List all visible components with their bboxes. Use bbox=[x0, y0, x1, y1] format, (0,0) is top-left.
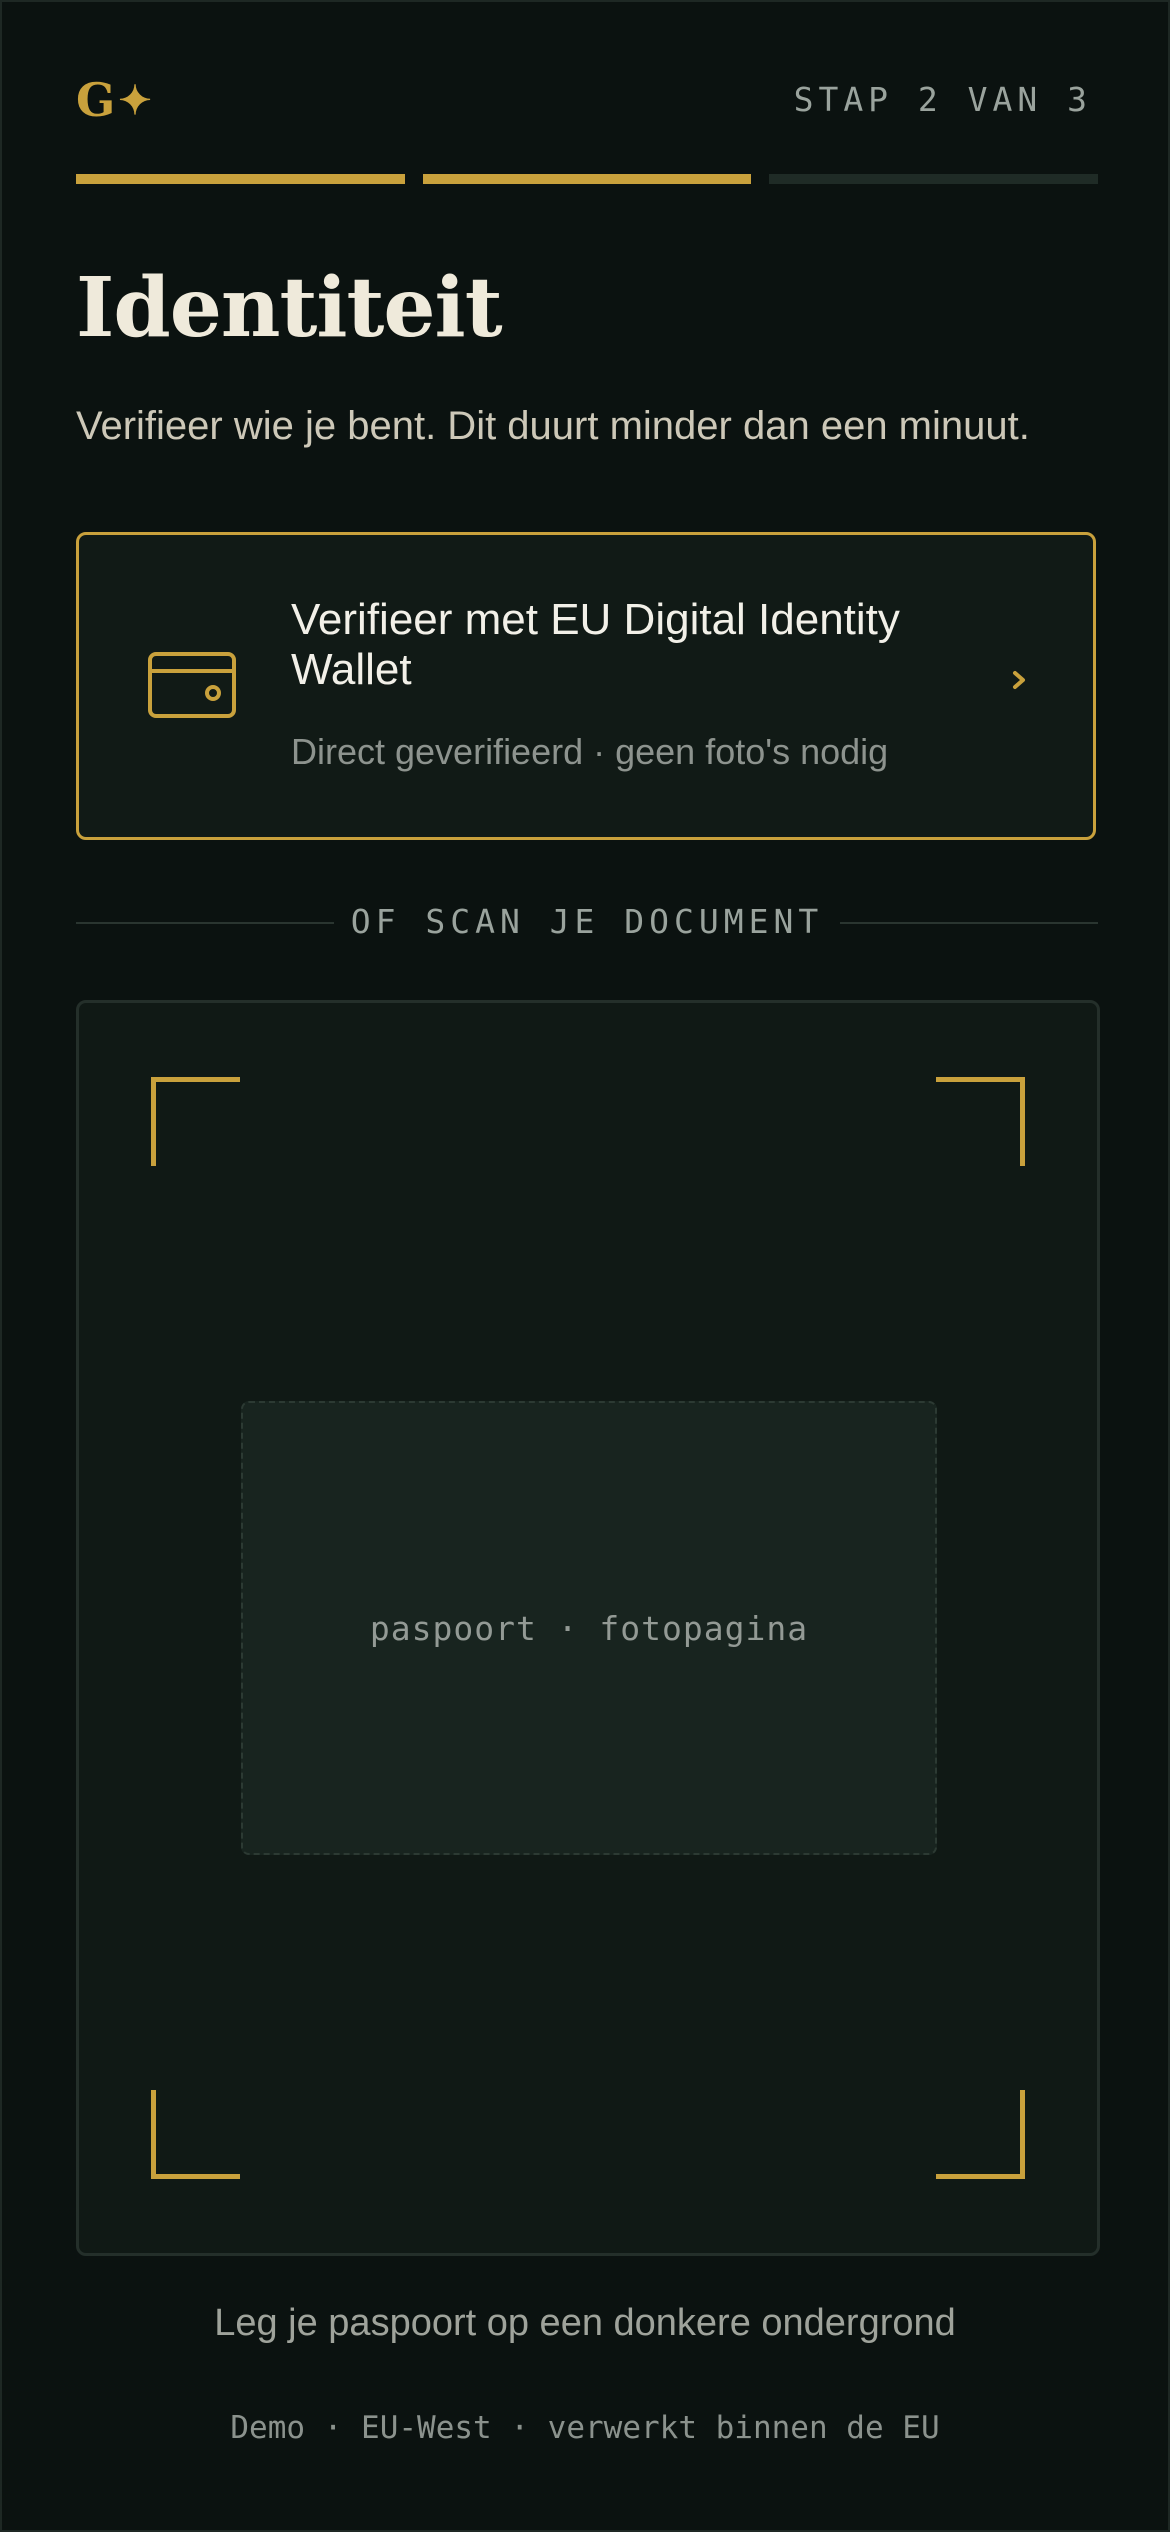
scan-hint: Leg je paspoort op een donkere ondergron… bbox=[214, 2302, 956, 2344]
page-title: Identiteit bbox=[76, 260, 503, 356]
scan-corner-top-right bbox=[936, 1077, 1025, 1166]
brand-logo: G ✦ bbox=[76, 72, 153, 128]
step-indicator: STAP 2 VAN 3 bbox=[793, 80, 1092, 119]
document-placeholder: paspoort · fotopagina bbox=[241, 1401, 937, 1855]
wallet-option-title: Verifieer met EU Digital Identity Wallet bbox=[291, 595, 900, 694]
eu-wallet-verify-button[interactable]: Verifieer met EU Digital Identity Wallet… bbox=[76, 532, 1096, 840]
footer-note: Demo · EU-West · verwerkt binnen de EU bbox=[230, 2410, 940, 2446]
app-screen: G ✦ STAP 2 VAN 3 Identiteit Verifieer wie… bbox=[0, 0, 1170, 2532]
sparkle-icon: ✦ bbox=[118, 76, 153, 124]
scan-corner-bottom-right bbox=[936, 2090, 1025, 2179]
divider-line bbox=[840, 922, 1098, 924]
document-scanner-viewfinder[interactable]: paspoort · fotopagina bbox=[76, 1000, 1100, 2256]
progress-bar bbox=[76, 174, 1099, 184]
wallet-option-subtitle: Direct geverifieerd · geen foto's nodig bbox=[291, 731, 889, 772]
or-divider: OF SCAN JE DOCUMENT bbox=[76, 902, 1098, 942]
progress-segment bbox=[76, 174, 405, 184]
scan-corner-bottom-left bbox=[151, 2090, 240, 2179]
document-placeholder-label: paspoort · fotopagina bbox=[369, 1608, 809, 1648]
progress-segment bbox=[769, 174, 1099, 184]
page-subtitle: Verifieer wie je bent. Dit duurt minder … bbox=[76, 404, 1030, 448]
wallet-card-icon bbox=[148, 652, 236, 718]
logo-letter: G bbox=[76, 73, 117, 127]
chevron-right-icon bbox=[1013, 671, 1025, 689]
scan-corner-top-left bbox=[151, 1077, 240, 1166]
progress-segment bbox=[422, 174, 752, 184]
